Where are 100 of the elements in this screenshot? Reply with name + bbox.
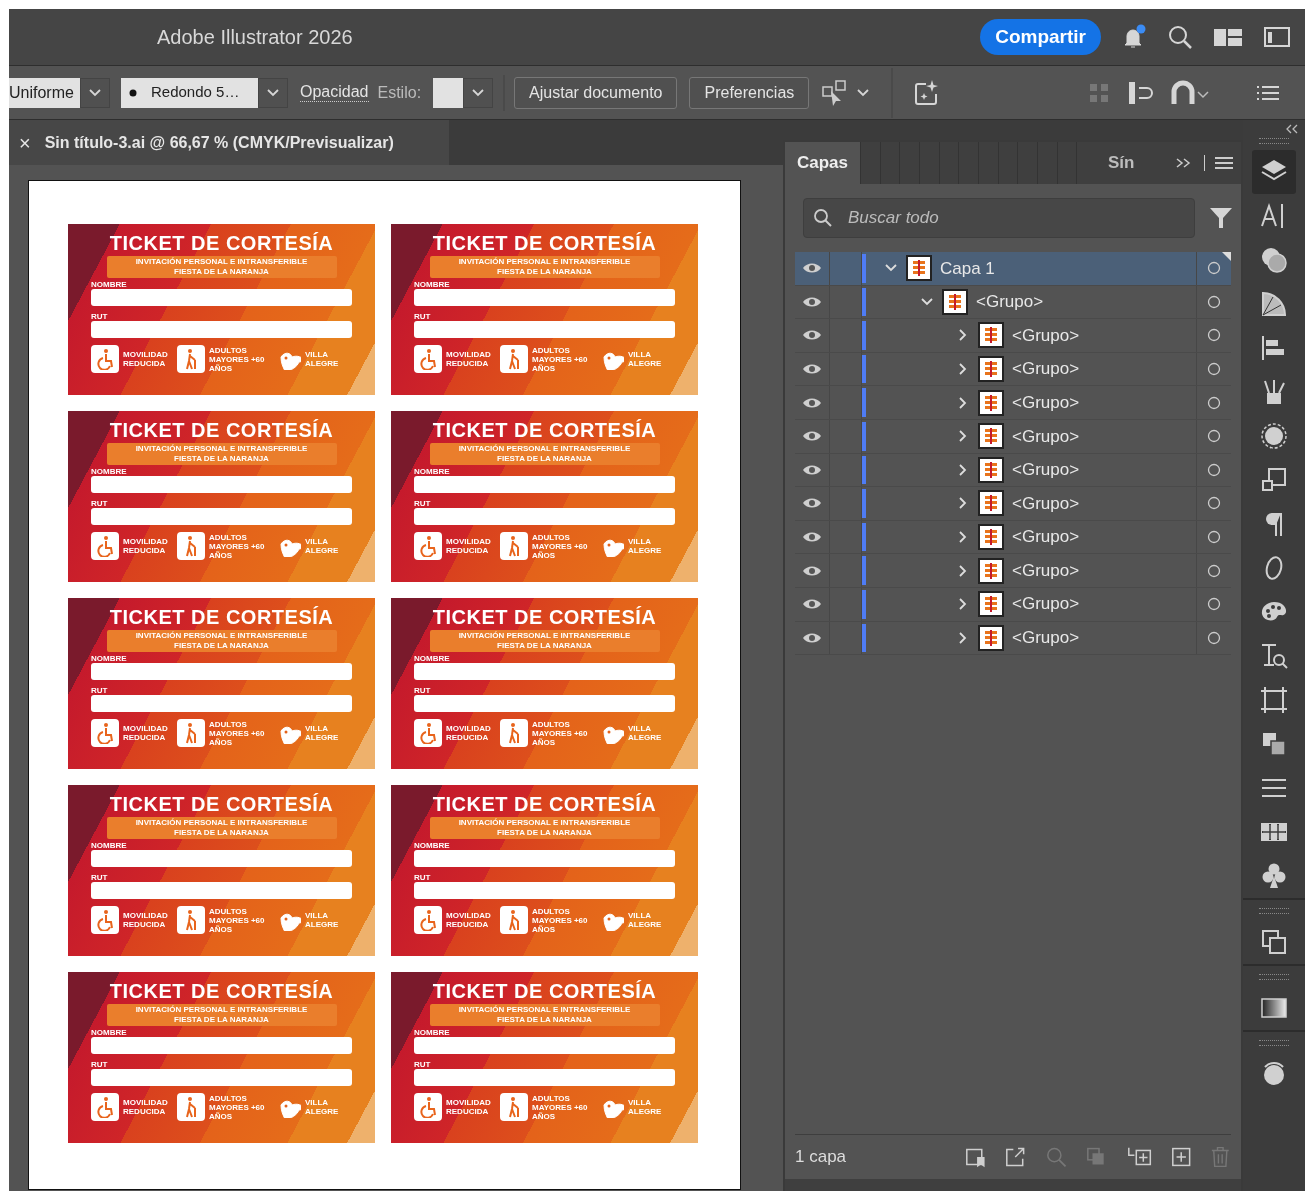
- wheelchair-icon: [418, 722, 438, 744]
- target-circle-icon[interactable]: [1207, 395, 1221, 410]
- layer-row[interactable]: <Grupo>: [795, 487, 1231, 521]
- target-circle-icon[interactable]: [1207, 563, 1221, 578]
- window-icon[interactable]: [1263, 26, 1291, 48]
- export-icon[interactable]: [1004, 1145, 1027, 1169]
- ticket-title: TICKET DE CORTESÍA: [431, 232, 658, 254]
- search-field[interactable]: Buscar todo: [803, 198, 1195, 238]
- artboard-frame-icon[interactable]: [1259, 685, 1289, 715]
- field-label: RUT: [414, 499, 432, 508]
- layer-row[interactable]: <Grupo>: [795, 453, 1231, 488]
- stroke-profile-field[interactable]: Uniforme: [9, 77, 80, 108]
- copy-squares-icon[interactable]: [1259, 927, 1289, 957]
- field-label: RUT: [91, 499, 109, 508]
- layout-icon[interactable]: [1213, 26, 1243, 48]
- text-search-icon[interactable]: [1259, 641, 1289, 671]
- wheelchair-icon: [418, 348, 438, 370]
- field-label: NOMBRE: [414, 1028, 451, 1037]
- ticket-subtitle-banner: INVITACIÓN PERSONAL E INTRANSFERIBLE FIESTA DE LA NARANJA: [106, 817, 337, 839]
- ticket-title: TICKET DE CORTESÍA: [108, 793, 335, 815]
- document-tab[interactable]: × Sin título-3.ai @ 66,67 % (CMYK/Previsualizar): [9, 120, 449, 165]
- target-circle-icon[interactable]: [1207, 597, 1221, 612]
- layer-row[interactable]: <Grupo>: [795, 621, 1231, 656]
- logo-text: VILLA ALEGRE: [305, 350, 340, 368]
- search-icon[interactable]: [1167, 24, 1193, 50]
- layer-row[interactable]: <Grupo>: [795, 520, 1231, 555]
- target-circle-icon[interactable]: [1207, 362, 1221, 377]
- ticket-subtitle-banner: INVITACIÓN PERSONAL E INTRANSFERIBLE FIESTA DE LA NARANJA: [429, 817, 660, 839]
- layer-name: Capa 1: [940, 257, 995, 280]
- field-label: RUT: [91, 686, 109, 695]
- target-circle-icon[interactable]: [1207, 530, 1221, 545]
- filter-icon[interactable]: [1209, 206, 1233, 230]
- badge-caption: ADULTOS MAYORES +60 AÑOS: [532, 1093, 589, 1121]
- field-label: NOMBRE: [414, 654, 451, 663]
- artwork-thumbnail-icon: [985, 394, 997, 411]
- field-label: RUT: [91, 873, 109, 882]
- field-label: NOMBRE: [91, 841, 128, 850]
- ticket-title: TICKET DE CORTESÍA: [431, 980, 658, 1002]
- logo-text: VILLA ALEGRE: [305, 537, 340, 555]
- field-label: RUT: [91, 1060, 109, 1069]
- badge-caption: MOVILIDAD REDUCIDA: [446, 911, 492, 929]
- target-circle-icon[interactable]: [1207, 630, 1221, 645]
- target-circle-icon[interactable]: [1207, 429, 1221, 444]
- ticket-subtitle-banner: INVITACIÓN PERSONAL E INTRANSFERIBLE FIESTA DE LA NARANJA: [106, 443, 337, 465]
- fit-document-button[interactable]: Ajustar documento: [514, 76, 678, 109]
- document-title: Sin título-3.ai @ 66,67 % (CMYK/Previsualizar): [44, 132, 394, 153]
- ticket-title: TICKET DE CORTESÍA: [108, 980, 335, 1002]
- target-circle-icon[interactable]: [1207, 462, 1221, 477]
- ticket-title: TICKET DE CORTESÍA: [108, 606, 335, 628]
- menu-icon[interactable]: [1215, 156, 1233, 170]
- magnet-icon[interactable]: [1171, 79, 1211, 106]
- layer-row[interactable]: <Grupo>: [795, 419, 1231, 454]
- layer-row[interactable]: <Grupo>: [795, 352, 1231, 387]
- collapse-icon[interactable]: [1285, 124, 1299, 134]
- artwork-thumbnail-icon: [985, 461, 997, 478]
- layer-row[interactable]: Capa 1: [795, 252, 1231, 286]
- badge-caption: ADULTOS MAYORES +60 AÑOS: [532, 719, 589, 747]
- layer-name: <Grupo>: [1012, 559, 1080, 582]
- ticket-title: TICKET DE CORTESÍA: [431, 419, 658, 441]
- wheelchair-icon: [95, 535, 115, 557]
- target-circle-icon[interactable]: [1207, 496, 1221, 511]
- artwork-thumbnail-icon: [985, 327, 997, 344]
- logo-text: VILLA ALEGRE: [628, 350, 663, 368]
- layer-name: <Grupo>: [1012, 593, 1080, 616]
- target-circle-icon[interactable]: [1207, 328, 1221, 343]
- new-layer-icon[interactable]: [1170, 1145, 1193, 1169]
- field-label: RUT: [91, 312, 109, 321]
- layer-row[interactable]: <Grupo>: [795, 554, 1231, 588]
- layer-row[interactable]: <Grupo>: [795, 319, 1231, 353]
- close-icon[interactable]: ×: [19, 127, 31, 158]
- badge-caption: MOVILIDAD REDUCIDA: [123, 537, 169, 555]
- preferences-button[interactable]: Preferencias: [689, 76, 810, 109]
- layer-row[interactable]: <Grupo>: [795, 587, 1231, 622]
- share-button[interactable]: Compartir: [980, 18, 1101, 56]
- opacity-link[interactable]: Opacidad: [300, 83, 369, 102]
- style-swatch[interactable]: [433, 77, 464, 108]
- dashed-circle-icon[interactable]: [1259, 421, 1289, 451]
- layer-row[interactable]: <Grupo>: [795, 285, 1231, 320]
- field-label: NOMBRE: [414, 467, 451, 476]
- ticket-subtitle-banner: INVITACIÓN PERSONAL E INTRANSFERIBLE FIESTA DE LA NARANJA: [429, 443, 660, 465]
- target-circle-icon[interactable]: [1207, 294, 1221, 309]
- dot-icon: [129, 88, 137, 97]
- field-label: RUT: [414, 312, 432, 321]
- wheelchair-icon: [95, 722, 115, 744]
- badge-caption: ADULTOS MAYORES +60 AÑOS: [532, 345, 589, 373]
- layer-row[interactable]: <Grupo>: [795, 386, 1231, 420]
- gradient-wedge-icon[interactable]: [1259, 289, 1289, 319]
- overlapping-circles-icon[interactable]: [1259, 245, 1289, 275]
- artwork-thumbnail-icon: [985, 428, 997, 445]
- logo-text: VILLA ALEGRE: [628, 911, 663, 929]
- logo-text: VILLA ALEGRE: [628, 724, 663, 742]
- badge-caption: ADULTOS MAYORES +60 AÑOS: [532, 906, 589, 934]
- target-circle-icon[interactable]: [1207, 261, 1221, 276]
- wheelchair-icon: [95, 348, 115, 370]
- ticket-title: TICKET DE CORTESÍA: [108, 419, 335, 441]
- ticket-subtitle-banner: INVITACIÓN PERSONAL E INTRANSFERIBLE FIESTA DE LA NARANJA: [429, 1004, 660, 1026]
- brush-field[interactable]: Redondo 5…: [121, 77, 258, 108]
- layer-name: <Grupo>: [1012, 459, 1080, 482]
- panel-tab[interactable]: Capas: [785, 142, 861, 184]
- ticket-subtitle-banner: INVITACIÓN PERSONAL E INTRANSFERIBLE FIESTA DE LA NARANJA: [106, 630, 337, 652]
